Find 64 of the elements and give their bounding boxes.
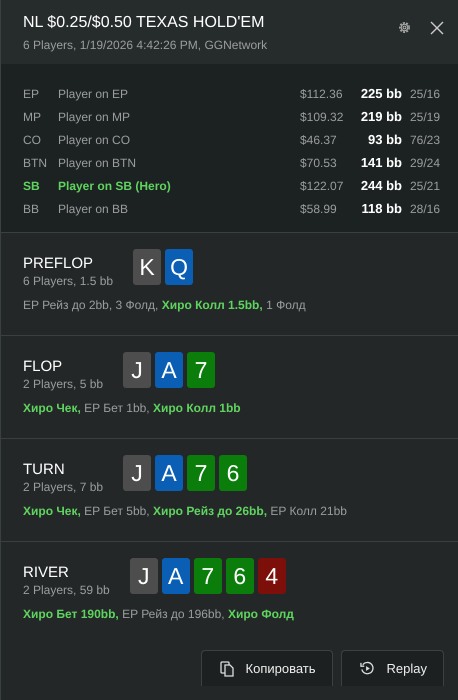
hand-title: NL $0.25/$0.50 TEXAS HOLD'EM (23, 14, 266, 32)
stack-in-bb: 219 bb (360, 109, 402, 124)
playing-card: 7 (187, 352, 216, 388)
street-actions: Хиро Чек, EP Бет 5bb, Хиро Рейз до 26bb, EP Колл 21bb (23, 504, 348, 518)
playing-card: J (123, 455, 152, 491)
player-stat: 25/19 (409, 110, 440, 124)
street-name: TURN (23, 461, 66, 478)
playing-card: J (130, 558, 158, 594)
stack-in-bb: 93 bb (367, 132, 402, 147)
player-name: Player on CO (58, 132, 132, 146)
playing-card: 7 (187, 455, 216, 491)
playing-card: A (155, 352, 184, 388)
player-position: SB (23, 178, 41, 192)
street-info: 2 Players, 5 bb (23, 377, 104, 391)
street-info: 2 Players, 7 bb (23, 480, 104, 494)
player-name: Player on EP (58, 86, 130, 100)
player-stack: $46.37 (300, 132, 338, 146)
playing-card: A (162, 558, 190, 594)
close-icon[interactable] (430, 20, 444, 34)
playing-card: K (133, 249, 162, 285)
street-actions: Хиро Чек, EP Бет 1bb, Хиро Колл 1bb (23, 401, 242, 415)
player-stack: $70.53 (300, 156, 338, 170)
player-stack: $112.36 (300, 86, 344, 100)
playing-card: 6 (219, 455, 248, 491)
player-stat: 28/16 (409, 202, 440, 216)
player-stat: 25/16 (409, 86, 440, 100)
street-name: RIVER (23, 564, 70, 581)
street-info: 6 Players, 1.5 bb (23, 274, 114, 288)
hand-subtitle: 6 Players, 1/19/2026 4:42:26 PM, GGNetwork (23, 38, 268, 52)
player-position: EP (23, 86, 40, 100)
player-position: CO (23, 132, 42, 146)
playing-card: A (155, 455, 184, 491)
playing-card: J (123, 352, 152, 388)
street-name: PREFLOP (23, 255, 94, 272)
replay-button[interactable]: Replay (340, 650, 444, 686)
player-stack: $58.99 (300, 202, 338, 216)
settings-icon[interactable] (397, 20, 412, 35)
replay-icon (360, 661, 375, 676)
playing-card: 7 (194, 558, 222, 594)
playing-card: 4 (258, 558, 286, 594)
player-stat: 76/23 (409, 132, 440, 146)
playing-card: 6 (226, 558, 254, 594)
player-position: BTN (23, 156, 48, 170)
player-stat: 29/24 (409, 156, 440, 170)
stack-in-bb: 244 bb (360, 178, 402, 193)
playing-card: Q (165, 249, 194, 285)
player-stat: 25/21 (409, 178, 440, 192)
stack-in-bb: 141 bb (360, 155, 402, 170)
street-info: 2 Players, 59 bb (23, 583, 110, 597)
copy-icon (220, 660, 234, 676)
street-actions: Хиро Бет 190bb, EP Рейз до 196bb, Хиро Фолд (23, 607, 295, 621)
stack-in-bb: 225 bb (360, 86, 402, 101)
player-position: BB (23, 202, 40, 216)
player-name: Player on BB (58, 202, 130, 216)
player-position: MP (23, 110, 42, 124)
player-stack: $109.32 (300, 110, 344, 124)
stack-in-bb: 118 bb (360, 201, 402, 216)
player-stack: $122.07 (300, 178, 344, 192)
player-name: Player on BTN (58, 156, 138, 170)
copy-button[interactable]: Копировать (200, 650, 333, 686)
player-name: Player on SB (Hero) (58, 178, 172, 192)
street-name: FLOP (23, 358, 64, 375)
street-actions: EP Рейз до 2bb, 3 Фолд, Хиро Колл 1.5bb, 1 Фолд (23, 298, 307, 312)
player-name: Player on MP (58, 110, 132, 124)
